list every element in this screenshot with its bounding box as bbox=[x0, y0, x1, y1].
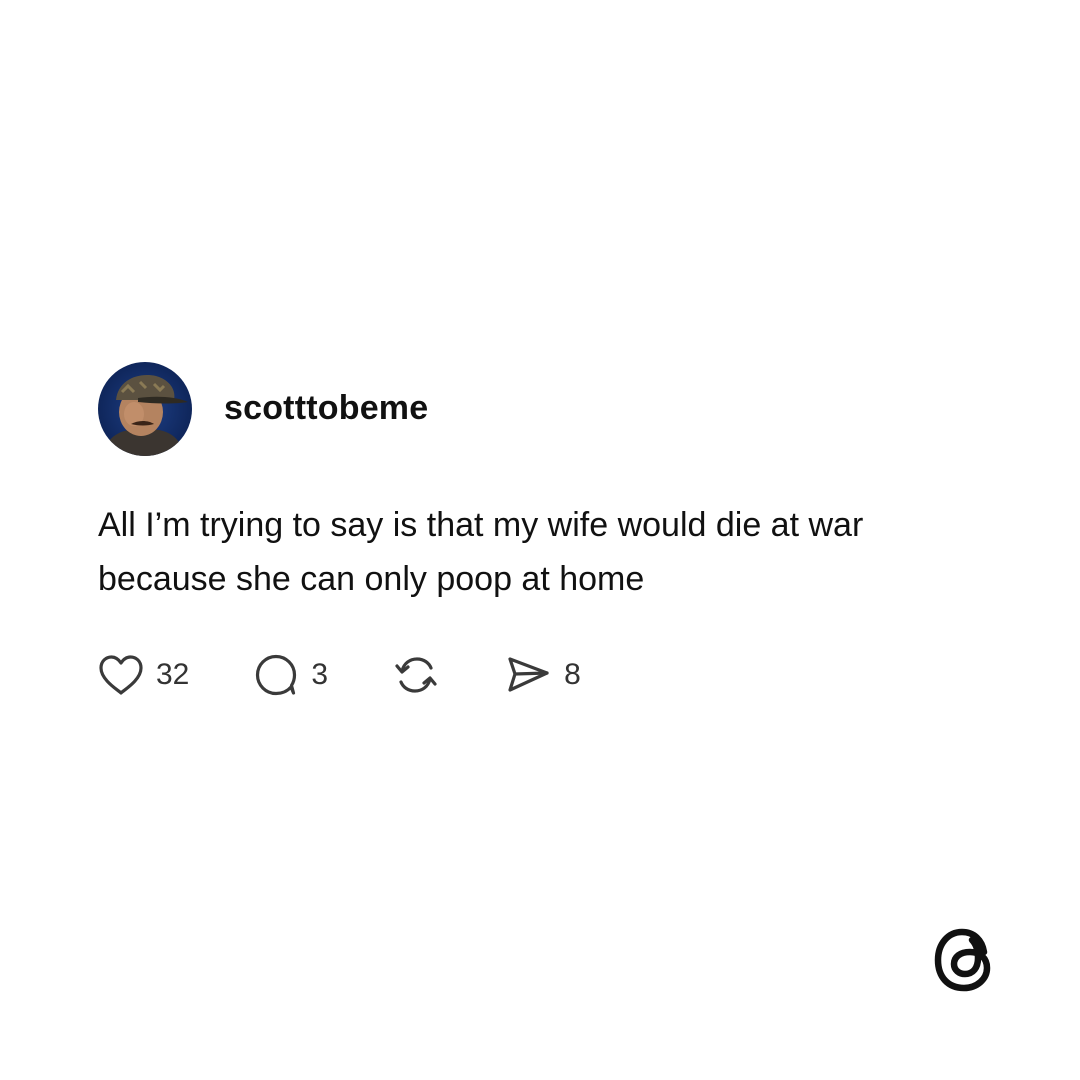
comment-count: 3 bbox=[311, 658, 329, 691]
speech-bubble-icon bbox=[256, 654, 297, 696]
like-button[interactable]: 32 bbox=[98, 654, 189, 696]
avatar-image bbox=[98, 362, 192, 456]
post-actions: 32 3 8 bbox=[98, 652, 998, 698]
share-count: 8 bbox=[564, 658, 581, 691]
heart-icon bbox=[99, 655, 143, 695]
repost-icon bbox=[395, 657, 437, 693]
like-count: 32 bbox=[156, 658, 190, 691]
threads-post: scotttobeme All I’m trying to say is tha… bbox=[98, 362, 998, 698]
repost-button[interactable] bbox=[392, 652, 440, 698]
share-button[interactable]: 8 bbox=[504, 652, 581, 698]
username[interactable]: scotttobeme bbox=[224, 389, 428, 428]
send-icon bbox=[508, 657, 549, 692]
threads-logo-icon bbox=[930, 922, 998, 998]
post-text: All I’m trying to say is that my wife wo… bbox=[98, 506, 864, 598]
comment-button[interactable]: 3 bbox=[253, 652, 328, 698]
post-header: scotttobeme bbox=[98, 362, 998, 456]
avatar[interactable] bbox=[98, 362, 192, 456]
